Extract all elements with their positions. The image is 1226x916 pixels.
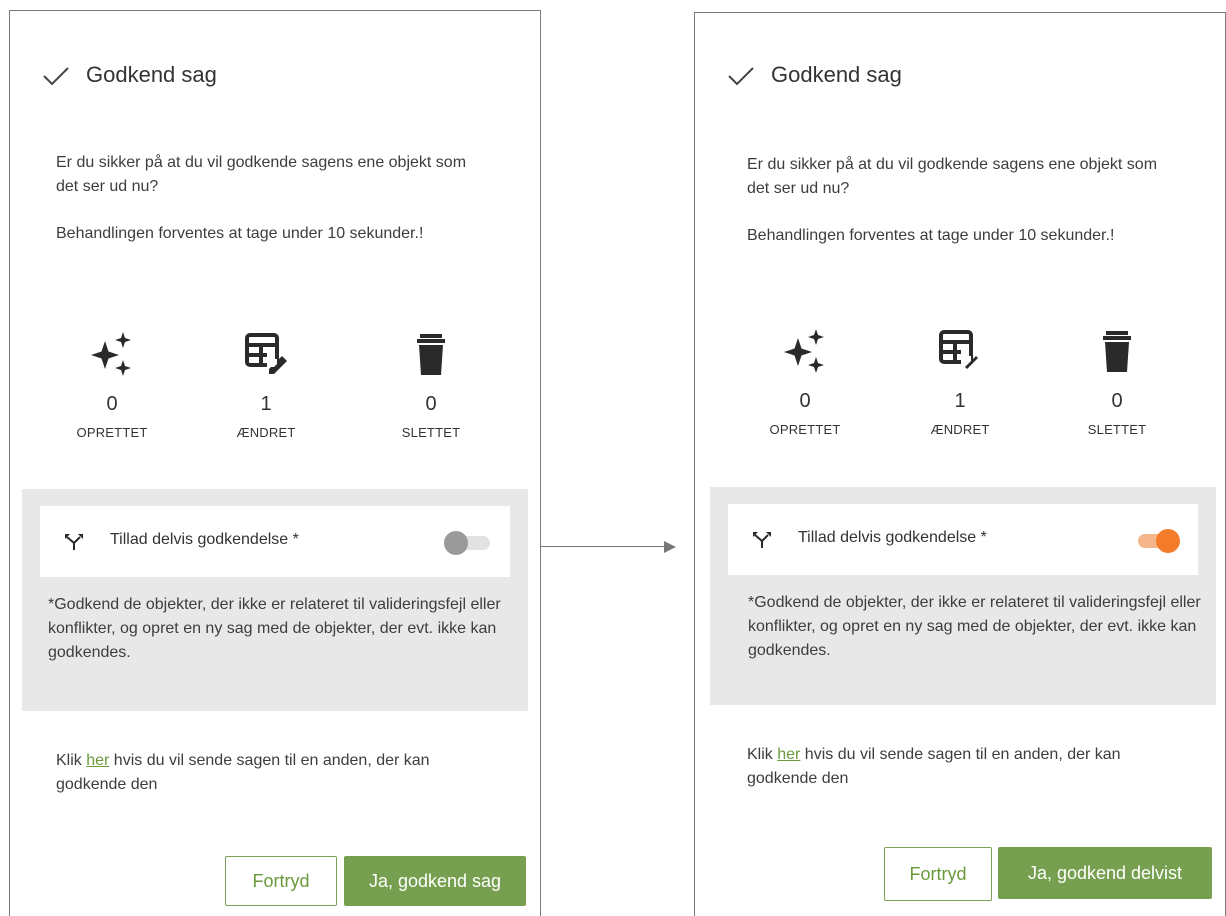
transition-arrow-icon (664, 541, 676, 553)
table-edit-icon (939, 330, 978, 369)
partial-approval-section: Tillad delvis godkendelse * *Godkend de … (22, 489, 528, 711)
forward-prefix: Klik (747, 746, 778, 763)
partial-approval-note: *Godkend de objekter, der ikke er relate… (48, 596, 501, 661)
partial-approval-toggle[interactable] (1132, 528, 1180, 553)
stat-created-value: 0 (106, 393, 118, 415)
confirm-question: Er du sikker på at du vil godkende sagen… (747, 156, 1158, 197)
partial-approval-section: Tillad delvis godkendelse * *Godkend de … (710, 487, 1216, 705)
forward-case-text: Klik her hvis du vil sende sagen til en … (747, 743, 1187, 791)
sparkles-icon (784, 329, 824, 373)
partial-approval-toggle[interactable] (444, 530, 492, 555)
stat-created: 0 OPRETTET (745, 326, 865, 437)
stat-created-value: 0 (799, 390, 811, 412)
stat-changed-value: 1 (954, 390, 966, 412)
stat-changed-label: ÆNDRET (930, 422, 990, 437)
checkmark-icon (43, 67, 69, 86)
toggle-knob (444, 531, 468, 555)
stat-changed: 1 ÆNDRET (900, 326, 1020, 437)
stat-changed-value: 1 (260, 393, 272, 415)
forward-case-link[interactable]: her (86, 752, 109, 769)
trash-icon (417, 334, 445, 375)
approve-partial-button[interactable]: Ja, godkend delvist (998, 847, 1212, 899)
cancel-button[interactable]: Fortryd (225, 856, 337, 906)
table-edit-icon (245, 333, 287, 374)
stat-deleted-value: 0 (425, 393, 437, 415)
duration-text: Behandlingen forventes at tage under 10 … (56, 225, 424, 242)
forward-case-link[interactable]: her (777, 746, 800, 763)
sparkles-icon (91, 332, 131, 376)
dialog-header: Godkend sag (40, 59, 217, 91)
stat-deleted: 0 SLETTET (371, 329, 491, 440)
stat-created-label: OPRETTET (76, 425, 148, 440)
partial-approval-card: Tillad delvis godkendelse * (728, 504, 1198, 575)
trash-icon (1103, 331, 1131, 372)
approve-button[interactable]: Ja, godkend sag (344, 856, 526, 906)
split-arrows-icon (753, 532, 771, 548)
stat-created-label: OPRETTET (769, 422, 841, 437)
stat-changed: 1 ÆNDRET (206, 329, 326, 440)
dialog-title: Godkend sag (771, 62, 902, 87)
stat-deleted-value: 0 (1111, 390, 1123, 412)
transition-arrow-line (541, 546, 667, 547)
dialog-title: Godkend sag (86, 62, 217, 87)
duration-text: Behandlingen forventes at tage under 10 … (747, 227, 1115, 244)
forward-suffix: hvis du vil sende sagen til en anden, de… (56, 752, 430, 793)
forward-suffix: hvis du vil sende sagen til en anden, de… (747, 746, 1121, 787)
dialog-header: Godkend sag (725, 59, 902, 91)
approve-dialog-after: Godkend sag Er du sikker på at du vil go… (694, 12, 1226, 916)
approve-dialog-before: Godkend sag Er du sikker på at du vil go… (9, 10, 541, 916)
forward-prefix: Klik (56, 752, 87, 769)
checkmark-icon (728, 67, 754, 86)
partial-approval-label: Tillad delvis godkendelse * (110, 531, 299, 548)
partial-approval-note: *Godkend de objekter, der ikke er relate… (748, 594, 1201, 659)
confirm-question: Er du sikker på at du vil godkende sagen… (56, 154, 467, 195)
stat-deleted: 0 SLETTET (1057, 326, 1177, 437)
stat-deleted-label: SLETTET (1087, 422, 1147, 437)
forward-case-text: Klik her hvis du vil sende sagen til en … (56, 749, 496, 797)
toggle-knob (1156, 529, 1180, 553)
partial-approval-card: Tillad delvis godkendelse * (40, 506, 510, 577)
cancel-button[interactable]: Fortryd (884, 847, 992, 901)
stat-created: 0 OPRETTET (52, 329, 172, 440)
partial-approval-label: Tillad delvis godkendelse * (798, 529, 987, 546)
stat-deleted-label: SLETTET (401, 425, 461, 440)
stat-changed-label: ÆNDRET (236, 425, 296, 440)
split-arrows-icon (65, 534, 83, 550)
